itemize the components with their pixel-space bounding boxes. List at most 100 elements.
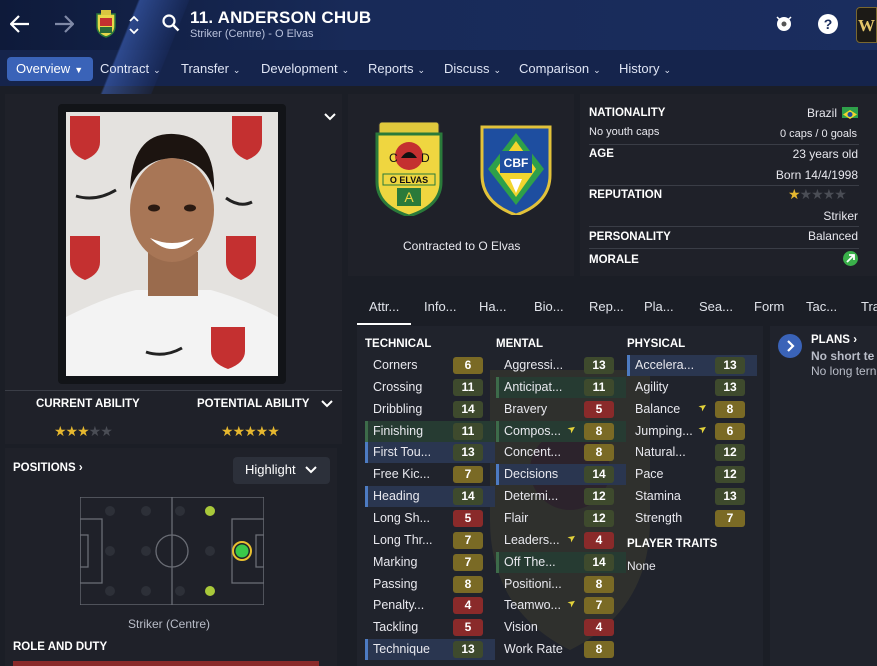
attribute-row[interactable]: Jumping... ➤ 6 [627, 421, 757, 442]
attribute-value: 4 [584, 619, 614, 637]
attribute-row[interactable]: Accelera... 13 [627, 355, 757, 376]
nation-crest[interactable]: CBF [478, 123, 554, 217]
attribute-row[interactable]: Dribbling 14 [365, 399, 495, 420]
help-icon[interactable]: ? [817, 13, 839, 35]
crest-letter-a: A [404, 189, 414, 205]
attribute-row[interactable]: Compos... ➤ 8 [496, 420, 626, 442]
subtab-reports[interactable]: Rep... [589, 299, 624, 314]
attribute-value: 8 [584, 641, 614, 659]
tab-reports[interactable]: Reports ⌄ [359, 57, 434, 81]
nationality-label: NATIONALITY [589, 107, 666, 119]
attribute-row[interactable]: Stamina 13 [627, 486, 757, 507]
player-subtitle: Striker (Centre) - O Elvas [190, 28, 314, 40]
attribute-row[interactable]: Determi... 12 [496, 486, 626, 507]
divider [5, 390, 342, 391]
search-icon[interactable] [160, 12, 182, 34]
attribute-row[interactable]: Teamwo... ➤ 7 [496, 595, 626, 616]
attribute-row[interactable]: Agility 13 [627, 377, 757, 398]
attribute-value: 13 [453, 444, 483, 462]
attribute-row[interactable]: Off The... 14 [496, 551, 626, 573]
attribute-row[interactable]: Crossing 11 [365, 377, 495, 398]
competition-logo-icon[interactable]: W [856, 6, 877, 44]
attribute-name: Tackling [373, 620, 419, 635]
attribute-row[interactable]: Leaders... ➤ 4 [496, 530, 626, 551]
attribute-row[interactable]: Long Thr... 7 [365, 530, 495, 551]
attribute-row[interactable]: Long Sh... 5 [365, 508, 495, 529]
tab-comparison[interactable]: Comparison ⌄ [510, 57, 610, 81]
tab-transfer[interactable]: Transfer ⌄ [172, 57, 249, 81]
tab-development[interactable]: Development ⌄ [252, 57, 358, 81]
attribute-row[interactable]: Corners 6 [365, 355, 495, 376]
attribute-row[interactable]: Flair 12 [496, 508, 626, 529]
attribute-row[interactable]: Passing 8 [365, 574, 495, 595]
attribute-value: 5 [584, 400, 614, 418]
tab-history-label: History [619, 61, 660, 76]
attribute-row[interactable]: Bravery 5 [496, 399, 626, 420]
subtab-active-underline [357, 323, 411, 325]
subtab-tactics[interactable]: Tac... [806, 299, 837, 314]
attribute-name: Strength [635, 510, 683, 525]
attribute-row[interactable]: Technique 13 [365, 639, 495, 661]
attribute-value: 8 [584, 575, 614, 593]
tracker-ball-icon[interactable] [773, 13, 795, 35]
attribute-row[interactable]: Decisions 14 [496, 464, 626, 486]
ability-chevron-down-icon[interactable] [320, 397, 334, 411]
attribute-row[interactable]: Free Kic... 7 [365, 464, 495, 485]
nationality-value[interactable]: Brazil [760, 106, 837, 120]
subtab-plans[interactable]: Pla... [644, 299, 674, 314]
attribute-row[interactable]: Anticipat... 11 [496, 376, 626, 398]
attribute-row[interactable]: Heading 14 [365, 486, 495, 508]
attribute-row[interactable]: Marking 7 [365, 552, 495, 573]
subtab-bio[interactable]: Bio... [534, 299, 564, 314]
club-switch-chevron-icon[interactable] [126, 12, 142, 38]
attribute-row[interactable]: Work Rate 8 [496, 639, 626, 660]
attribute-row[interactable]: Balance ➤ 8 [627, 399, 757, 420]
role-duty-bar[interactable] [13, 661, 319, 666]
club-crest[interactable]: C D O ELVAS A [373, 121, 445, 218]
attribute-name: Aggressi... [504, 358, 564, 372]
attribute-row[interactable]: Aggressi... 13 [496, 355, 626, 376]
attribute-value: 14 [584, 553, 614, 571]
subtab-info[interactable]: Info... [424, 299, 457, 314]
attribute-row[interactable]: Tackling 5 [365, 617, 495, 638]
attribute-row[interactable]: Strength 7 [627, 508, 757, 529]
profile-options-chevron-icon[interactable] [322, 110, 338, 124]
attribute-row[interactable]: Pace 12 [627, 464, 757, 485]
forward-arrow-icon[interactable] [52, 12, 76, 36]
club-badge-icon[interactable] [94, 9, 118, 39]
attribute-row[interactable]: Natural... 12 [627, 442, 757, 463]
current-ability-label: CURRENT ABILITY [36, 398, 140, 410]
positions-header[interactable]: POSITIONS › [13, 462, 83, 474]
attribute-row[interactable]: Vision 4 [496, 617, 626, 638]
morale-icon[interactable] [843, 251, 858, 266]
attribute-row[interactable]: First Tou... 13 [365, 442, 495, 464]
positions-highlight-select[interactable]: Highlight [233, 457, 330, 484]
tab-overview[interactable]: Overview ▼ [7, 57, 93, 81]
tab-contract[interactable]: Contract ⌄ [91, 57, 170, 81]
role-and-duty-label: ROLE AND DUTY [13, 641, 108, 653]
subtab-season[interactable]: Sea... [699, 299, 733, 314]
attribute-row[interactable]: Penalty... 4 [365, 595, 495, 616]
attribute-name: Bravery [504, 401, 548, 416]
plans-arrow-icon[interactable] [778, 334, 802, 358]
age-value: 23 years old [792, 147, 858, 161]
age-label: AGE [589, 148, 614, 160]
chevron-right-icon: › [78, 462, 83, 474]
chevron-down-icon: ⌄ [593, 65, 601, 75]
subtab-happiness[interactable]: Ha... [479, 299, 506, 314]
subtab-attributes[interactable]: Attr... [369, 299, 399, 314]
youth-caps-text: No youth caps [589, 126, 660, 138]
subtab-training[interactable]: Tra [861, 299, 877, 314]
back-arrow-icon[interactable] [8, 12, 32, 36]
attribute-row[interactable]: Positioni... 8 [496, 574, 626, 595]
attribute-value: 12 [584, 509, 614, 527]
attribute-name: Teamwo... [504, 598, 561, 613]
plans-header[interactable]: PLANS › [811, 334, 857, 346]
attribute-row[interactable]: Finishing 11 [365, 420, 495, 442]
attribute-name: First Tou... [373, 445, 432, 460]
attribute-row[interactable]: Concent... 8 [496, 442, 626, 463]
tab-discuss[interactable]: Discuss ⌄ [435, 57, 510, 81]
attribute-value: 11 [453, 378, 483, 396]
tab-history[interactable]: History ⌄ [610, 57, 680, 81]
subtab-form[interactable]: Form [754, 299, 784, 314]
